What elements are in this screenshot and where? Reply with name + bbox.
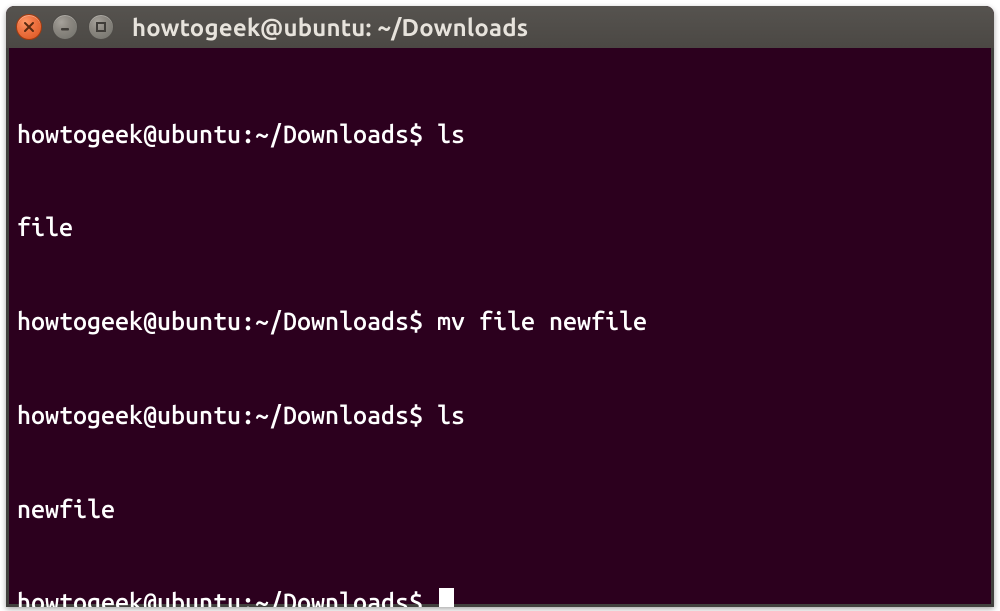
window-title: howtogeek@ubuntu: ~/Downloads (132, 14, 528, 41)
window-buttons (16, 14, 114, 40)
terminal-output: newfile (17, 494, 985, 525)
close-icon (23, 21, 35, 33)
terminal-line: howtogeek@ubuntu:~/Downloads$ ls (17, 119, 985, 150)
maximize-icon (95, 21, 107, 33)
titlebar[interactable]: howtogeek@ubuntu: ~/Downloads (6, 6, 994, 49)
terminal-body[interactable]: howtogeek@ubuntu:~/Downloads$ ls file ho… (6, 48, 994, 607)
minimize-button[interactable] (52, 14, 78, 40)
cursor-icon (439, 588, 454, 607)
terminal-line: howtogeek@ubuntu:~/Downloads$ mv file ne… (17, 306, 985, 337)
close-button[interactable] (16, 14, 42, 40)
terminal-window: howtogeek@ubuntu: ~/Downloads howtogeek@… (6, 6, 994, 607)
terminal-line: howtogeek@ubuntu:~/Downloads$ ls (17, 400, 985, 431)
minimize-icon (59, 21, 71, 33)
maximize-button[interactable] (88, 14, 114, 40)
terminal-output: file (17, 212, 985, 243)
terminal-prompt-current: howtogeek@ubuntu:~/Downloads$ (17, 587, 985, 607)
